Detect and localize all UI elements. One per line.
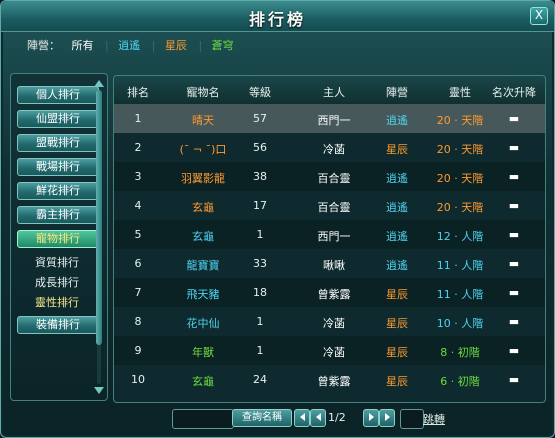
sidebar-item-battlefield[interactable]: 戰場排行 bbox=[17, 158, 99, 176]
divider: | bbox=[151, 39, 156, 52]
table-row[interactable]: 2 (¯ ¬ ¯)口 56 冷菡 星辰 20 · 天階 ▬ bbox=[114, 133, 545, 162]
rank-change-icon: ▬ bbox=[508, 141, 520, 154]
rank-change-icon: ▬ bbox=[508, 170, 520, 183]
rank-change-icon: ▬ bbox=[508, 373, 520, 386]
divider: | bbox=[105, 39, 109, 52]
table-row[interactable]: 6 龍寶寶 33 啾啾 逍遙 11 · 人階 ▬ bbox=[114, 249, 545, 278]
level-cell: 57 bbox=[253, 112, 267, 125]
next-page-icon bbox=[368, 412, 374, 423]
header-level: 等級 bbox=[249, 86, 271, 99]
header-rank-change: 名次升降 bbox=[492, 86, 536, 99]
level-cell: 17 bbox=[253, 199, 267, 212]
camp-filter-all[interactable]: 所有 bbox=[72, 39, 94, 52]
sidebar-item-guild-battle[interactable]: 盟戰排行 bbox=[17, 134, 99, 152]
camp-filter-label: 陣營： bbox=[27, 39, 60, 52]
ranking-category-sidebar: 個人排行 仙盟排行 盟戰排行 戰場排行 鮮花排行 霸主排行 寵物排行 資質排行 … bbox=[10, 73, 108, 401]
rank-change-icon: ▬ bbox=[508, 199, 520, 212]
rank-change-icon: ▬ bbox=[508, 228, 520, 241]
first-page-button[interactable] bbox=[294, 409, 310, 427]
divider: | bbox=[198, 39, 203, 52]
sidebar-scrollbar[interactable] bbox=[94, 80, 104, 394]
table-row[interactable]: 3 羽翼影龍 38 百合靈 逍遙 20 · 天階 ▬ bbox=[114, 162, 545, 191]
scroll-down-icon[interactable] bbox=[94, 387, 104, 394]
jump-link[interactable]: 跳轉 bbox=[423, 411, 445, 427]
table-row[interactable]: 9 年獸 1 冷菡 星辰 8 · 初階 ▬ bbox=[114, 336, 545, 365]
sidebar-item-guild[interactable]: 仙盟排行 bbox=[17, 110, 99, 128]
sidebar-subitem-spirit[interactable]: 靈性排行 bbox=[17, 294, 97, 310]
table-row[interactable]: 5 玄龜 1 西門一 逍遙 12 · 人階 ▬ bbox=[114, 220, 545, 249]
sidebar-item-equipment[interactable]: 裝備排行 bbox=[17, 316, 99, 334]
table-row[interactable]: 4 玄龜 17 百合靈 逍遙 20 · 天階 ▬ bbox=[114, 191, 545, 220]
level-cell: 24 bbox=[253, 373, 267, 386]
last-page-icon bbox=[384, 412, 390, 423]
next-page-button[interactable] bbox=[363, 409, 379, 427]
camp-filter-xingchen[interactable]: 星辰 bbox=[165, 39, 187, 52]
sidebar-item-flower[interactable]: 鮮花排行 bbox=[17, 182, 99, 200]
sidebar-subitem-aptitude[interactable]: 資質排行 bbox=[17, 254, 97, 270]
table-header: 排名 寵物名 等級 主人 陣營 靈性 名次升降 bbox=[114, 76, 545, 104]
level-cell: 56 bbox=[253, 141, 267, 154]
sidebar-item-personal[interactable]: 個人排行 bbox=[17, 86, 99, 104]
window-title: 排行榜 bbox=[248, 10, 306, 29]
page-indicator: 1/2 bbox=[328, 411, 346, 424]
level-cell: 1 bbox=[256, 315, 264, 328]
level-cell: 33 bbox=[253, 257, 267, 270]
camp-filter-xiaoyao[interactable]: 逍遙 bbox=[118, 39, 140, 52]
camp-filter-cangqiong[interactable]: 蒼穹 bbox=[212, 39, 234, 52]
ranking-table: 排名 寵物名 等級 主人 陣營 靈性 名次升降 1 晴天 57 西門一 逍遙 2… bbox=[113, 75, 546, 403]
title-bar: 排行榜 X bbox=[1, 1, 554, 32]
sidebar-subitem-growth[interactable]: 成長排行 bbox=[17, 274, 97, 290]
table-row[interactable]: 8 花中仙 1 冷菡 星辰 10 · 人階 ▬ bbox=[114, 307, 545, 336]
rank-change-icon: ▬ bbox=[508, 344, 520, 357]
level-cell: 1 bbox=[256, 228, 264, 241]
first-page-icon bbox=[299, 412, 305, 423]
level-cell: 1 bbox=[256, 344, 264, 357]
ranking-window: 排行榜 X 陣營： 所有 | 逍遙 | 星辰 | 蒼穹 個人排行 仙盟排行 盟戰… bbox=[0, 0, 555, 438]
scroll-thumb[interactable] bbox=[96, 90, 102, 345]
rank-change-icon: ▬ bbox=[508, 315, 520, 328]
prev-page-icon bbox=[315, 412, 321, 423]
level-cell: 38 bbox=[253, 170, 267, 183]
close-button[interactable]: X bbox=[530, 7, 548, 25]
rank-change-icon: ▬ bbox=[508, 112, 520, 125]
pet-name-search-input[interactable] bbox=[172, 409, 234, 429]
sidebar-item-overlord[interactable]: 霸主排行 bbox=[17, 206, 99, 224]
table-row[interactable]: 7 飛天豬 18 曾紫露 星辰 11 · 人階 ▬ bbox=[114, 278, 545, 307]
scroll-up-icon[interactable] bbox=[94, 80, 104, 87]
level-cell: 18 bbox=[253, 286, 267, 299]
query-name-button[interactable]: 查詢名稱 bbox=[232, 409, 292, 427]
rank-change-icon: ▬ bbox=[508, 286, 520, 299]
sidebar-item-pet[interactable]: 寵物排行 bbox=[17, 230, 99, 248]
table-row[interactable]: 10 玄龜 24 曾紫露 星辰 6 · 初階 ▬ bbox=[114, 365, 545, 394]
rank-change-icon: ▬ bbox=[508, 257, 520, 270]
jump-page-input[interactable] bbox=[400, 409, 424, 429]
table-row[interactable]: 1 晴天 57 西門一 逍遙 20 · 天階 ▬ bbox=[114, 104, 545, 133]
camp-filter-bar: 陣營： 所有 | 逍遙 | 星辰 | 蒼穹 bbox=[27, 37, 242, 53]
last-page-button[interactable] bbox=[379, 409, 395, 427]
prev-page-button[interactable] bbox=[310, 409, 326, 427]
